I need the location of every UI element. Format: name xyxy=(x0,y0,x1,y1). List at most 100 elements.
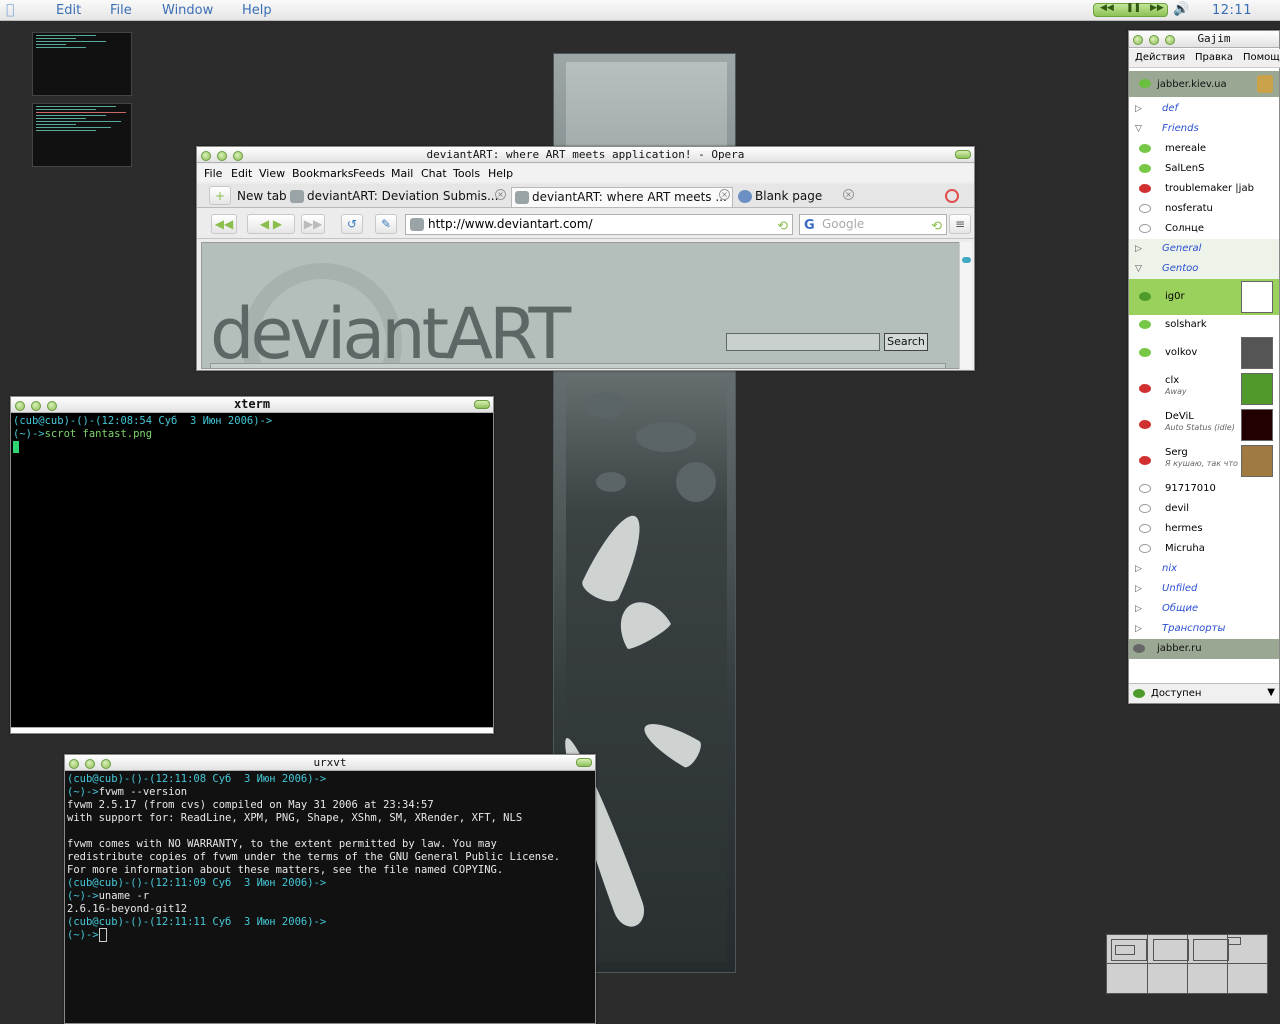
gajim-menu-actions[interactable]: Действия xyxy=(1135,52,1185,63)
pause-icon[interactable]: ❚❚ xyxy=(1126,3,1141,13)
forward-icon[interactable]: ▶▶ xyxy=(1150,3,1164,13)
opera-menu-view[interactable]: View xyxy=(259,167,285,180)
close-button[interactable] xyxy=(69,759,79,769)
site-search-button[interactable]: Search xyxy=(884,333,928,351)
rewind-icon[interactable]: ◀◀ xyxy=(1100,3,1114,13)
shade-button[interactable] xyxy=(233,151,243,161)
search-input[interactable]: G Google ⟲ xyxy=(799,214,947,235)
opera-menu-mail[interactable]: Mail xyxy=(391,167,413,180)
expand-arrow-icon[interactable]: ▷ xyxy=(1135,624,1142,634)
close-button[interactable] xyxy=(1133,35,1143,45)
panel-menu-icon[interactable]: ≡ xyxy=(949,214,971,234)
collapse-arrow-icon[interactable]: ▽ xyxy=(1135,124,1142,134)
group-row-nix[interactable]: ▷ nix xyxy=(1129,559,1279,579)
tab-close-icon[interactable]: × xyxy=(719,189,730,200)
contact-row[interactable]: Serg Я кушаю, так что обс xyxy=(1129,443,1279,479)
menu-file[interactable]: File xyxy=(110,3,132,18)
tab-deviantart-home[interactable]: deviantART: where ART meets ... xyxy=(511,187,733,207)
tab-close-icon[interactable]: × xyxy=(843,189,854,200)
contact-row[interactable]: devil xyxy=(1129,499,1279,519)
window-thumbnail[interactable] xyxy=(32,103,132,167)
trash-closed-tabs-icon[interactable] xyxy=(945,189,959,203)
search-go-icon[interactable]: ⟲ xyxy=(931,217,942,236)
collapse-arrow-icon[interactable]: ▽ xyxy=(1135,264,1142,274)
shade-button[interactable] xyxy=(1165,35,1175,45)
contact-row[interactable]: nosferatu xyxy=(1129,199,1279,219)
shade-button[interactable] xyxy=(47,401,57,411)
fast-forward-icon[interactable]: ▶▶ xyxy=(301,214,325,234)
gajim-menu-edit[interactable]: Правка xyxy=(1195,52,1233,63)
urxvt-terminal[interactable]: (cub@cub)-()-(12:11:08 Суб 3 Июн 2006)->… xyxy=(67,773,595,1023)
expand-arrow-icon[interactable]: ▷ xyxy=(1135,564,1142,574)
reload-icon[interactable]: ↺ xyxy=(341,214,363,234)
volume-icon[interactable]: 🔊 xyxy=(1173,2,1189,17)
xterm-terminal[interactable]: (cub@cub)-()-(12:08:54 Суб 3 Июн 2006)->… xyxy=(13,415,491,727)
tab-deviation-submission[interactable]: deviantART: Deviation Submis... xyxy=(287,187,509,207)
back-forward-icon[interactable]: ◀ ▶ xyxy=(247,214,295,234)
menu-help[interactable]: Help xyxy=(242,3,272,18)
expand-arrow-icon[interactable]: ▷ xyxy=(1135,604,1142,614)
maximize-button[interactable] xyxy=(955,150,971,159)
minimize-button[interactable] xyxy=(217,151,227,161)
window-thumbnail[interactable] xyxy=(32,32,132,96)
menu-window[interactable]: Window xyxy=(162,3,213,18)
vertical-scrollbar[interactable] xyxy=(959,242,972,369)
edit-icon[interactable]: ✎ xyxy=(375,214,397,234)
scroll-thumb[interactable] xyxy=(962,257,971,263)
opera-menu-feeds[interactable]: Feeds xyxy=(353,167,385,180)
opera-menu-chat[interactable]: Chat xyxy=(421,167,447,180)
contact-row[interactable]: mereale xyxy=(1129,139,1279,159)
expand-arrow-icon[interactable]: ▷ xyxy=(1135,584,1142,594)
minimize-button[interactable] xyxy=(85,759,95,769)
apple-icon[interactable]:  xyxy=(6,2,22,18)
contact-row[interactable]: Micruha xyxy=(1129,539,1279,559)
contact-row[interactable]: solshark xyxy=(1129,315,1279,335)
group-row-def[interactable]: ▷ def xyxy=(1129,99,1279,119)
horizontal-scrollbar[interactable] xyxy=(11,727,493,733)
menu-edit[interactable]: Edit xyxy=(56,3,81,18)
group-row-general[interactable]: ▷ General xyxy=(1129,239,1279,259)
expand-arrow-icon[interactable]: ▷ xyxy=(1135,244,1142,254)
group-row-unfiled[interactable]: ▷ Unfiled xyxy=(1129,579,1279,599)
contact-row[interactable]: clx Away xyxy=(1129,371,1279,407)
tab-close-icon[interactable]: × xyxy=(495,189,506,200)
contact-row[interactable]: Солнце xyxy=(1129,219,1279,239)
xterm-titlebar[interactable]: xterm xyxy=(11,397,493,413)
opera-menu-bookmarks[interactable]: Bookmarks xyxy=(292,167,353,180)
account-row[interactable]: jabber.ru xyxy=(1129,639,1279,659)
opera-menu-edit[interactable]: Edit xyxy=(231,167,252,180)
account-row[interactable]: jabber.kiev.ua xyxy=(1129,71,1279,97)
contact-row[interactable]: DeViL Auto Status (idle) xyxy=(1129,407,1279,443)
dropdown-arrow-icon[interactable]: ▼ xyxy=(1267,687,1275,698)
desktop-pager[interactable] xyxy=(1106,934,1268,994)
gajim-menu-help[interactable]: Помощь xyxy=(1243,52,1280,63)
opera-titlebar[interactable]: deviantART: where ART meets application!… xyxy=(197,147,974,163)
minimize-button[interactable] xyxy=(1149,35,1159,45)
shade-button[interactable] xyxy=(101,759,111,769)
opera-menu-help[interactable]: Help xyxy=(488,167,513,180)
status-selector[interactable]: Доступен ▼ xyxy=(1129,683,1279,703)
contact-row[interactable]: troublemaker |jab xyxy=(1129,179,1279,199)
minimize-button[interactable] xyxy=(31,401,41,411)
gajim-titlebar[interactable]: Gajim xyxy=(1129,31,1279,48)
group-row-common[interactable]: ▷ Общие xyxy=(1129,599,1279,619)
contact-row[interactable]: SalLenS xyxy=(1129,159,1279,179)
group-row-friends[interactable]: ▽ Friends xyxy=(1129,119,1279,139)
maximize-button[interactable] xyxy=(474,400,490,409)
site-search-input[interactable] xyxy=(726,333,880,351)
group-row-transports[interactable]: ▷ Транспорты xyxy=(1129,619,1279,639)
expand-arrow-icon[interactable]: ▷ xyxy=(1135,104,1142,114)
group-row-gentoo[interactable]: ▽ Gentoo xyxy=(1129,259,1279,279)
tab-new-tab[interactable]: New tab xyxy=(217,187,287,207)
rewind-icon[interactable]: ◀◀ xyxy=(211,214,237,234)
go-icon[interactable]: ⟲ xyxy=(777,217,788,236)
contact-row-selected[interactable]: ig0r xyxy=(1129,279,1279,315)
opera-menu-tools[interactable]: Tools xyxy=(453,167,480,180)
tab-blank-page[interactable]: Blank page xyxy=(735,187,855,207)
close-button[interactable] xyxy=(201,151,211,161)
contact-row[interactable]: hermes xyxy=(1129,519,1279,539)
maximize-button[interactable] xyxy=(576,758,592,767)
urxvt-titlebar[interactable]: urxvt xyxy=(65,755,595,771)
contact-row[interactable]: 91717010 xyxy=(1129,479,1279,499)
close-button[interactable] xyxy=(15,401,25,411)
